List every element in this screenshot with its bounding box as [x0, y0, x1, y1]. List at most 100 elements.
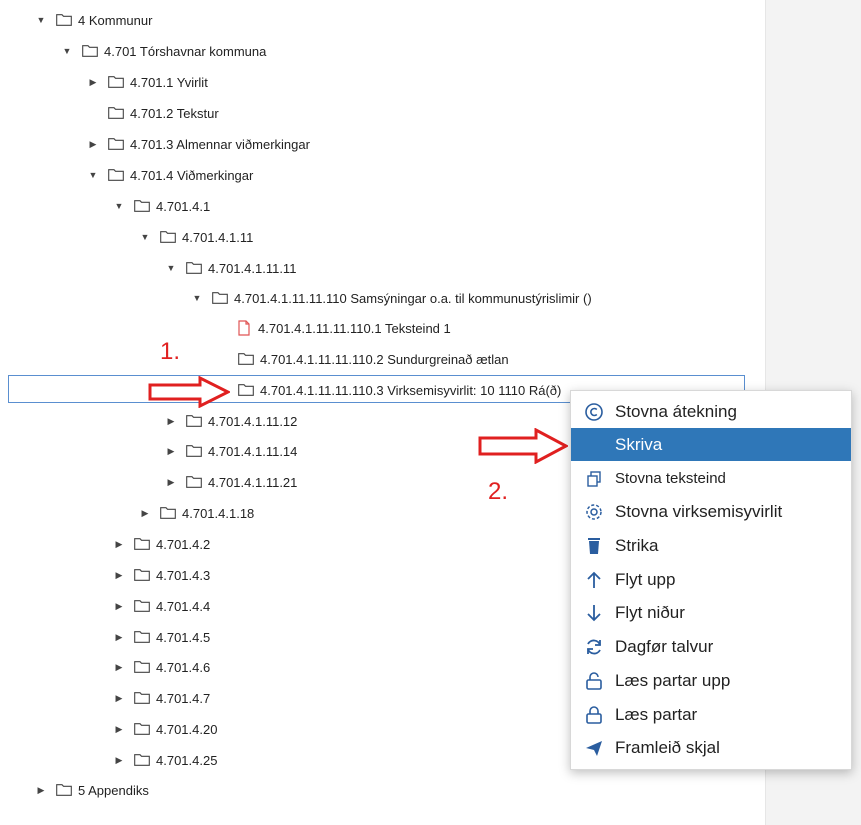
- caret-down-icon[interactable]: ▼: [192, 293, 202, 303]
- caret-right-icon[interactable]: ▶: [114, 693, 124, 704]
- tree-node[interactable]: ▼ 4 Kommunur: [36, 8, 153, 32]
- tree-node[interactable]: ▶ 4.701.4.3: [114, 563, 211, 587]
- menu-item-stovna-virksemisyvirlit[interactable]: Stovna virksemisyvirlit: [571, 495, 851, 528]
- tree-node[interactable]: ▶ 4.701.4.6: [114, 655, 211, 679]
- caret-down-icon[interactable]: ▼: [114, 201, 124, 211]
- caret-right-icon[interactable]: ▶: [114, 662, 124, 673]
- caret-right-icon[interactable]: ▶: [114, 601, 124, 612]
- caret-right-icon[interactable]: ▶: [114, 632, 124, 643]
- tree-node[interactable]: ▶ 4.701.4.20: [114, 717, 218, 741]
- caret-down-icon[interactable]: ▼: [36, 15, 46, 25]
- context-menu: Stovna átekning Skriva Stovna teksteind Sto…: [570, 390, 852, 770]
- menu-item-skriva[interactable]: Skriva: [571, 428, 851, 461]
- tree-node[interactable]: ▶ 5 Appendiks: [36, 778, 149, 802]
- tree-node[interactable]: ▶ 4.701.4.1.11.12: [166, 409, 298, 433]
- folder-icon: [134, 661, 150, 673]
- tree-node-label: 4.701.4.1: [156, 198, 211, 214]
- menu-item-label: Framleið skjal: [615, 737, 720, 757]
- menu-item-flyt-ni-ur[interactable]: Flyt niður: [571, 596, 851, 629]
- menu-item-framlei-skjal[interactable]: Framleið skjal: [571, 731, 851, 764]
- tree-node[interactable]: 4.701.4.1.11.11.110.3 Virksemisyvirlit: …: [218, 378, 561, 402]
- folder-icon: [56, 784, 72, 796]
- folder-icon: [56, 14, 72, 26]
- caret-right-icon[interactable]: ▶: [166, 416, 176, 427]
- caret-right-icon[interactable]: ▶: [88, 77, 98, 88]
- tree-node[interactable]: ▼ 4.701.4.1.11.11: [166, 256, 297, 280]
- tree-node-label: 4.701.4.2: [156, 536, 211, 552]
- folder-icon: [108, 169, 124, 181]
- menu-item-stovna-tekning[interactable]: Stovna átekning: [571, 395, 851, 428]
- menu-item-stovna-teksteind[interactable]: Stovna teksteind: [571, 462, 851, 495]
- caret-down-icon[interactable]: ▼: [88, 170, 98, 180]
- menu-item-label: Læs partar upp: [615, 670, 731, 690]
- tree-node-label: 4.701.3 Almennar viðmerkingar: [130, 136, 310, 152]
- tree-node[interactable]: ▼ 4.701 Tórshavnar kommuna: [62, 39, 267, 63]
- refresh-icon: [583, 636, 605, 658]
- tree-node[interactable]: ▶ 4.701.4.25: [114, 748, 218, 772]
- tree-node[interactable]: ▶ 4.701.4.1.11.21: [166, 470, 298, 494]
- folder-icon: [134, 631, 150, 643]
- caret-right-icon[interactable]: ▶: [36, 785, 46, 796]
- copyright-icon: [583, 401, 605, 423]
- menu-item-flyt-upp[interactable]: Flyt upp: [571, 563, 851, 596]
- folder-icon: [108, 138, 124, 150]
- tree-node[interactable]: 4.701.4.1.11.11.110.2 Sundurgreinað ætla…: [218, 347, 509, 371]
- tree-node[interactable]: ▶ 4.701.4.4: [114, 594, 211, 618]
- tree-node-label: 4.701.4.1.18: [182, 505, 255, 521]
- tree-node[interactable]: ▶ 4.701.3 Almennar viðmerkingar: [88, 132, 310, 156]
- tree-node[interactable]: ▼ 4.701.4.1.11.11.110 Samsýningar o.a. ti…: [192, 286, 592, 310]
- arrow-up-icon: [583, 569, 605, 591]
- tree-node[interactable]: ▼ 4.701.4.1: [114, 194, 211, 218]
- annotation-step-2: 2.: [488, 478, 509, 505]
- icon-spacer: [583, 434, 605, 456]
- menu-item-label: Stovna teksteind: [615, 470, 726, 487]
- tree-node[interactable]: ▼ 4.701.4.1.11: [140, 225, 254, 249]
- menu-item-l-s-partar-upp[interactable]: Læs partar upp: [571, 664, 851, 697]
- tree-node-label: 4.701.4.6: [156, 659, 211, 675]
- folder-icon: [134, 723, 150, 735]
- caret-right-icon[interactable]: ▶: [140, 508, 150, 519]
- caret-right-icon[interactable]: ▶: [114, 724, 124, 735]
- folder-icon: [186, 476, 202, 488]
- tree-node[interactable]: 4.701.2 Tekstur: [88, 101, 219, 125]
- folder-icon: [186, 415, 202, 427]
- menu-item-label: Stovna virksemisyvirlit: [615, 501, 783, 521]
- tree-node[interactable]: ▶ 4.701.4.5: [114, 625, 211, 649]
- document-file-icon: [238, 320, 250, 336]
- caret-right-icon[interactable]: ▶: [114, 755, 124, 766]
- menu-item-l-s-partar[interactable]: Læs partar: [571, 698, 851, 731]
- menu-item-label: Flyt niður: [615, 602, 685, 622]
- caret-down-icon[interactable]: ▼: [166, 263, 176, 273]
- folder-icon: [134, 569, 150, 581]
- caret-right-icon[interactable]: ▶: [114, 539, 124, 550]
- folder-icon: [186, 262, 202, 274]
- menu-item-strika[interactable]: Strika: [571, 529, 851, 562]
- tree-node[interactable]: ▶ 4.701.1 Yvirlit: [88, 70, 208, 94]
- tree-node[interactable]: ▶ 4.701.4.2: [114, 532, 211, 556]
- tree-node[interactable]: 4.701.4.1.11.11.110.1 Teksteind 1: [218, 316, 451, 340]
- caret-right-icon[interactable]: ▶: [88, 139, 98, 150]
- caret-right-icon[interactable]: ▶: [166, 477, 176, 488]
- tree-node[interactable]: ▶ 4.701.4.1.18: [140, 501, 255, 525]
- menu-item-dagf-r-talvur[interactable]: Dagfør talvur: [571, 630, 851, 663]
- folder-icon: [108, 76, 124, 88]
- caret-right-icon[interactable]: ▶: [114, 570, 124, 581]
- tree-node-label: 4.701.1 Yvirlit: [130, 74, 208, 90]
- caret-down-icon[interactable]: ▼: [140, 232, 150, 242]
- menu-item-label: Stovna átekning: [615, 401, 737, 421]
- folder-icon: [108, 107, 124, 119]
- folder-icon: [212, 292, 228, 304]
- tree-node-label: 4.701.4.1.11.11: [208, 260, 297, 276]
- tree-node[interactable]: ▼ 4.701.4 Viðmerkingar: [88, 163, 254, 187]
- caret-right-icon[interactable]: ▶: [166, 446, 176, 457]
- tree-node[interactable]: ▶ 4.701.4.1.11.14: [166, 439, 298, 463]
- arrow-down-icon: [583, 602, 605, 624]
- tree-node[interactable]: ▶ 4.701.4.7: [114, 686, 211, 710]
- tree-node-label: 4.701.4.1.11.11.110 Samsýningar o.a. til…: [234, 290, 592, 306]
- caret-down-icon[interactable]: ▼: [62, 46, 72, 56]
- tree-node-label: 4.701.4 Viðmerkingar: [130, 167, 254, 183]
- tree-node-label: 4.701.4.1.11.12: [208, 413, 298, 429]
- folder-icon: [160, 231, 176, 243]
- folder-icon: [82, 45, 98, 57]
- folder-icon: [238, 353, 254, 365]
